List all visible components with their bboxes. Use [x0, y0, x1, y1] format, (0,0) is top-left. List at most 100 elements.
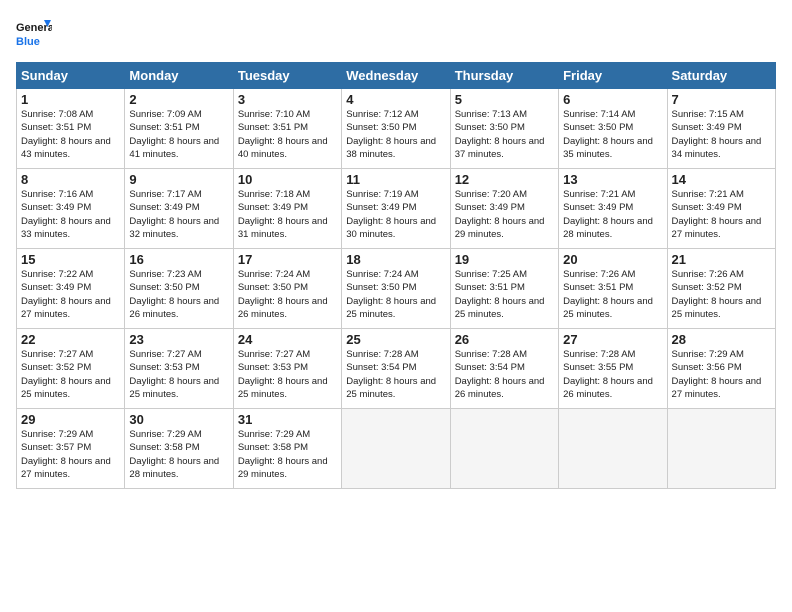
calendar-cell: 17Sunrise: 7:24 AMSunset: 3:50 PMDayligh… — [233, 249, 341, 329]
day-detail: Sunrise: 7:21 AMSunset: 3:49 PMDaylight:… — [563, 188, 662, 241]
day-detail: Sunrise: 7:27 AMSunset: 3:52 PMDaylight:… — [21, 348, 120, 401]
day-number: 6 — [563, 92, 662, 107]
day-detail: Sunrise: 7:24 AMSunset: 3:50 PMDaylight:… — [346, 268, 445, 321]
day-detail: Sunrise: 7:17 AMSunset: 3:49 PMDaylight:… — [129, 188, 228, 241]
day-number: 9 — [129, 172, 228, 187]
day-number: 15 — [21, 252, 120, 267]
day-detail: Sunrise: 7:13 AMSunset: 3:50 PMDaylight:… — [455, 108, 554, 161]
calendar-cell: 28Sunrise: 7:29 AMSunset: 3:56 PMDayligh… — [667, 329, 775, 409]
weekday-header-row: SundayMondayTuesdayWednesdayThursdayFrid… — [17, 63, 776, 89]
day-detail: Sunrise: 7:23 AMSunset: 3:50 PMDaylight:… — [129, 268, 228, 321]
day-number: 29 — [21, 412, 120, 427]
day-number: 14 — [672, 172, 771, 187]
weekday-header-monday: Monday — [125, 63, 233, 89]
day-number: 5 — [455, 92, 554, 107]
calendar-cell: 14Sunrise: 7:21 AMSunset: 3:49 PMDayligh… — [667, 169, 775, 249]
calendar-cell: 26Sunrise: 7:28 AMSunset: 3:54 PMDayligh… — [450, 329, 558, 409]
weekday-header-sunday: Sunday — [17, 63, 125, 89]
svg-text:Blue: Blue — [16, 36, 40, 48]
calendar-cell: 13Sunrise: 7:21 AMSunset: 3:49 PMDayligh… — [559, 169, 667, 249]
day-number: 26 — [455, 332, 554, 347]
calendar-cell: 8Sunrise: 7:16 AMSunset: 3:49 PMDaylight… — [17, 169, 125, 249]
day-number: 30 — [129, 412, 228, 427]
day-detail: Sunrise: 7:25 AMSunset: 3:51 PMDaylight:… — [455, 268, 554, 321]
calendar-cell: 20Sunrise: 7:26 AMSunset: 3:51 PMDayligh… — [559, 249, 667, 329]
logo-svg-icon: General Blue — [16, 16, 52, 52]
calendar-cell: 1Sunrise: 7:08 AMSunset: 3:51 PMDaylight… — [17, 89, 125, 169]
calendar-cell: 24Sunrise: 7:27 AMSunset: 3:53 PMDayligh… — [233, 329, 341, 409]
calendar-week-4: 22Sunrise: 7:27 AMSunset: 3:52 PMDayligh… — [17, 329, 776, 409]
day-detail: Sunrise: 7:14 AMSunset: 3:50 PMDaylight:… — [563, 108, 662, 161]
weekday-header-saturday: Saturday — [667, 63, 775, 89]
day-number: 10 — [238, 172, 337, 187]
day-detail: Sunrise: 7:22 AMSunset: 3:49 PMDaylight:… — [21, 268, 120, 321]
day-detail: Sunrise: 7:19 AMSunset: 3:49 PMDaylight:… — [346, 188, 445, 241]
logo: General Blue — [16, 16, 52, 52]
day-detail: Sunrise: 7:27 AMSunset: 3:53 PMDaylight:… — [129, 348, 228, 401]
weekday-header-wednesday: Wednesday — [342, 63, 450, 89]
day-number: 31 — [238, 412, 337, 427]
weekday-header-tuesday: Tuesday — [233, 63, 341, 89]
calendar-cell: 16Sunrise: 7:23 AMSunset: 3:50 PMDayligh… — [125, 249, 233, 329]
day-detail: Sunrise: 7:16 AMSunset: 3:49 PMDaylight:… — [21, 188, 120, 241]
day-detail: Sunrise: 7:28 AMSunset: 3:54 PMDaylight:… — [455, 348, 554, 401]
page-header: General Blue — [16, 16, 776, 52]
calendar-table: SundayMondayTuesdayWednesdayThursdayFrid… — [16, 62, 776, 489]
calendar-cell — [450, 409, 558, 489]
day-detail: Sunrise: 7:29 AMSunset: 3:56 PMDaylight:… — [672, 348, 771, 401]
day-detail: Sunrise: 7:12 AMSunset: 3:50 PMDaylight:… — [346, 108, 445, 161]
calendar-week-1: 1Sunrise: 7:08 AMSunset: 3:51 PMDaylight… — [17, 89, 776, 169]
calendar-cell: 10Sunrise: 7:18 AMSunset: 3:49 PMDayligh… — [233, 169, 341, 249]
day-number: 8 — [21, 172, 120, 187]
day-detail: Sunrise: 7:08 AMSunset: 3:51 PMDaylight:… — [21, 108, 120, 161]
calendar-cell: 2Sunrise: 7:09 AMSunset: 3:51 PMDaylight… — [125, 89, 233, 169]
calendar-cell: 27Sunrise: 7:28 AMSunset: 3:55 PMDayligh… — [559, 329, 667, 409]
day-number: 20 — [563, 252, 662, 267]
day-detail: Sunrise: 7:27 AMSunset: 3:53 PMDaylight:… — [238, 348, 337, 401]
calendar-week-3: 15Sunrise: 7:22 AMSunset: 3:49 PMDayligh… — [17, 249, 776, 329]
day-detail: Sunrise: 7:26 AMSunset: 3:51 PMDaylight:… — [563, 268, 662, 321]
day-number: 1 — [21, 92, 120, 107]
calendar-cell: 12Sunrise: 7:20 AMSunset: 3:49 PMDayligh… — [450, 169, 558, 249]
day-number: 23 — [129, 332, 228, 347]
day-detail: Sunrise: 7:24 AMSunset: 3:50 PMDaylight:… — [238, 268, 337, 321]
day-detail: Sunrise: 7:26 AMSunset: 3:52 PMDaylight:… — [672, 268, 771, 321]
day-detail: Sunrise: 7:09 AMSunset: 3:51 PMDaylight:… — [129, 108, 228, 161]
day-number: 17 — [238, 252, 337, 267]
calendar-cell: 19Sunrise: 7:25 AMSunset: 3:51 PMDayligh… — [450, 249, 558, 329]
day-number: 28 — [672, 332, 771, 347]
day-number: 2 — [129, 92, 228, 107]
day-number: 21 — [672, 252, 771, 267]
calendar-cell: 25Sunrise: 7:28 AMSunset: 3:54 PMDayligh… — [342, 329, 450, 409]
calendar-cell — [342, 409, 450, 489]
day-detail: Sunrise: 7:18 AMSunset: 3:49 PMDaylight:… — [238, 188, 337, 241]
day-detail: Sunrise: 7:20 AMSunset: 3:49 PMDaylight:… — [455, 188, 554, 241]
day-number: 24 — [238, 332, 337, 347]
calendar-cell: 5Sunrise: 7:13 AMSunset: 3:50 PMDaylight… — [450, 89, 558, 169]
calendar-cell: 18Sunrise: 7:24 AMSunset: 3:50 PMDayligh… — [342, 249, 450, 329]
calendar-cell: 6Sunrise: 7:14 AMSunset: 3:50 PMDaylight… — [559, 89, 667, 169]
day-number: 7 — [672, 92, 771, 107]
day-number: 27 — [563, 332, 662, 347]
weekday-header-friday: Friday — [559, 63, 667, 89]
day-detail: Sunrise: 7:28 AMSunset: 3:54 PMDaylight:… — [346, 348, 445, 401]
day-number: 18 — [346, 252, 445, 267]
calendar-cell: 9Sunrise: 7:17 AMSunset: 3:49 PMDaylight… — [125, 169, 233, 249]
day-detail: Sunrise: 7:28 AMSunset: 3:55 PMDaylight:… — [563, 348, 662, 401]
day-detail: Sunrise: 7:10 AMSunset: 3:51 PMDaylight:… — [238, 108, 337, 161]
calendar-cell — [667, 409, 775, 489]
weekday-header-thursday: Thursday — [450, 63, 558, 89]
day-number: 4 — [346, 92, 445, 107]
calendar-cell: 21Sunrise: 7:26 AMSunset: 3:52 PMDayligh… — [667, 249, 775, 329]
day-number: 12 — [455, 172, 554, 187]
page-container: General Blue SundayMondayTuesdayWednesda… — [0, 0, 792, 497]
calendar-cell: 7Sunrise: 7:15 AMSunset: 3:49 PMDaylight… — [667, 89, 775, 169]
calendar-cell: 4Sunrise: 7:12 AMSunset: 3:50 PMDaylight… — [342, 89, 450, 169]
day-detail: Sunrise: 7:29 AMSunset: 3:58 PMDaylight:… — [129, 428, 228, 481]
day-number: 3 — [238, 92, 337, 107]
calendar-cell: 11Sunrise: 7:19 AMSunset: 3:49 PMDayligh… — [342, 169, 450, 249]
day-number: 25 — [346, 332, 445, 347]
day-number: 13 — [563, 172, 662, 187]
day-detail: Sunrise: 7:29 AMSunset: 3:58 PMDaylight:… — [238, 428, 337, 481]
day-detail: Sunrise: 7:21 AMSunset: 3:49 PMDaylight:… — [672, 188, 771, 241]
